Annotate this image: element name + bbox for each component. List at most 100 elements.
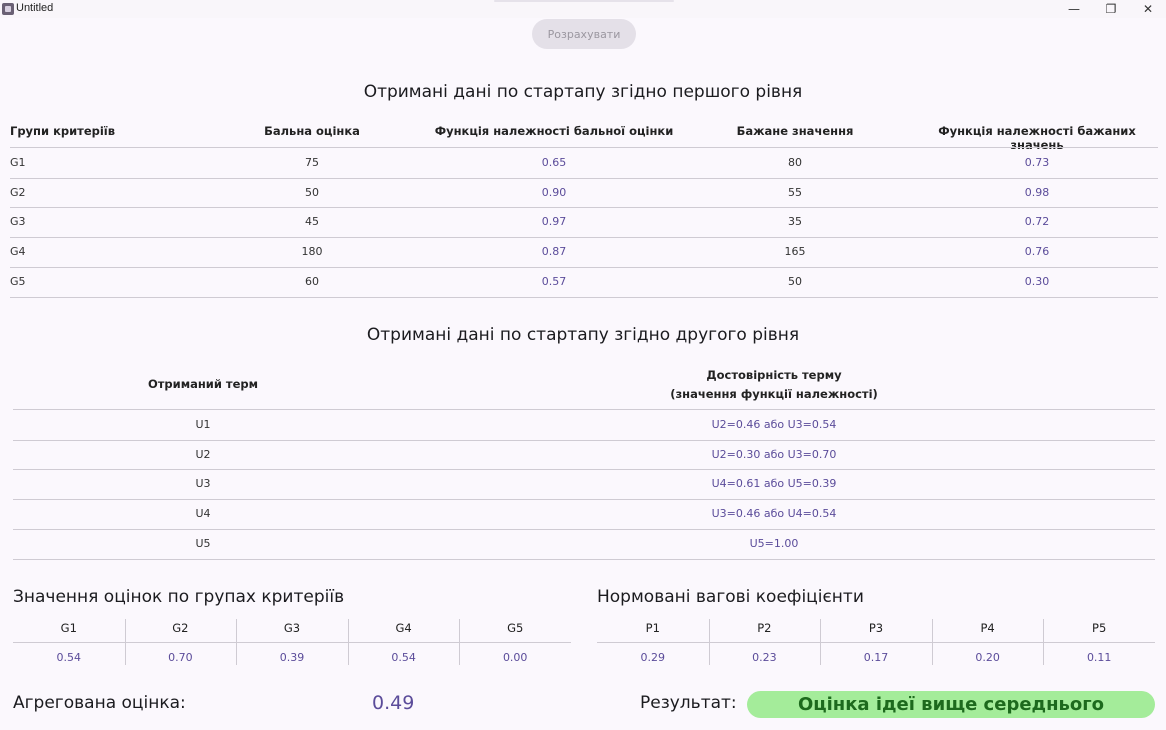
- weights-header-cell: P3: [868, 621, 884, 635]
- level2-term-cell: U2: [195, 447, 211, 461]
- weights-value-cell: 0.17: [863, 651, 889, 664]
- level2-term-cell: U4: [195, 507, 211, 521]
- group-scores-value-cell: 0.39: [279, 651, 305, 664]
- level1-row-divider: [10, 177, 1158, 179]
- weights-value-cell: 0.29: [640, 651, 666, 664]
- minimize-icon[interactable]: —: [1056, 0, 1092, 18]
- level1-title: Отримані дані по стартапу згідно першого…: [363, 82, 803, 102]
- weights-header-cell: P1: [645, 621, 660, 635]
- level1-cell: 165: [784, 245, 806, 259]
- group-scores-column-divider: [124, 619, 126, 665]
- group-scores-title: Значення оцінок по групах критеріїв: [13, 587, 345, 607]
- level1-header-cell: Бальна оцінка: [264, 124, 360, 138]
- level1-row-divider: [10, 207, 1158, 209]
- group-scores-header-cell: G3: [283, 621, 301, 635]
- group-scores-value-cell: 0.70: [168, 651, 193, 664]
- level1-cell: 60: [305, 274, 319, 288]
- group-scores-header-cell: G4: [395, 621, 412, 635]
- level1-header-cell: Групи критеріїв: [10, 124, 116, 138]
- level1-cell: G4: [10, 245, 26, 259]
- weights-column-divider: [820, 619, 822, 665]
- level2-header-divider: [13, 409, 1155, 410]
- scroll-indicator: [494, 0, 674, 2]
- level1-cell: 75: [305, 156, 319, 169]
- level2-header-reliability-sub: (значення функції належності): [670, 387, 878, 401]
- maximize-icon[interactable]: ❐: [1093, 0, 1129, 18]
- level1-cell: G2: [10, 185, 26, 199]
- level1-cell: 180: [301, 245, 323, 259]
- level1-cell: 50: [788, 274, 802, 288]
- level2-header-term: Отриманий терм: [147, 377, 259, 391]
- weights-column-divider: [708, 619, 710, 665]
- weights-header-cell: P4: [980, 621, 995, 635]
- weights-title: Нормовані вагові коефіцієнти: [597, 587, 864, 607]
- level2-reliability-cell: U2=0.30 або U3=0.70: [711, 447, 837, 461]
- aggregate-value: 0.49: [372, 692, 415, 714]
- level2-header-reliability: Достовірність терму: [706, 368, 842, 382]
- weights-header-divider: [597, 642, 1155, 643]
- level1-row-divider: [10, 296, 1158, 298]
- group-scores-value-cell: 0.54: [56, 651, 82, 664]
- weights-header-cell: P5: [1092, 621, 1107, 635]
- level2-row-divider: [13, 499, 1155, 501]
- group-scores-header-cell: G2: [172, 621, 189, 635]
- group-scores-header-cell: G5: [507, 621, 524, 635]
- weights-value-cell: 0.20: [975, 651, 1000, 664]
- level1-header-cell: Бажане значення: [736, 124, 854, 138]
- weights-value-cell: 0.23: [752, 651, 777, 664]
- window-title: Untitled: [16, 2, 54, 14]
- group-scores-column-divider: [347, 619, 349, 665]
- level1-cell: 0.76: [1024, 245, 1050, 259]
- group-scores-column-divider: [459, 619, 461, 665]
- level1-cell: 0.97: [541, 215, 567, 229]
- level2-row-divider: [13, 558, 1155, 560]
- result-label: Результат:: [640, 693, 737, 713]
- level1-cell: 35: [788, 215, 802, 229]
- window-titlebar: Untitled — ❐ ✕: [0, 0, 1166, 18]
- level2-reliability-cell: U2=0.46 або U3=0.54: [711, 418, 837, 431]
- level1-row-divider: [10, 266, 1158, 268]
- level1-cell: 0.87: [541, 245, 567, 259]
- level2-row-divider: [13, 528, 1155, 530]
- level2-reliability-cell: U5=1.00: [749, 536, 799, 550]
- level2-reliability-cell: U3=0.46 або U4=0.54: [711, 507, 837, 521]
- level1-cell: 0.90: [541, 185, 567, 199]
- level2-row-divider: [13, 439, 1155, 441]
- calculate-button[interactable]: Розрахувати: [532, 19, 636, 49]
- level1-cell: G5: [10, 274, 26, 288]
- level2-term-cell: U1: [195, 418, 211, 431]
- level1-cell: 45: [305, 215, 319, 229]
- level1-cell: 0.73: [1024, 156, 1050, 169]
- aggregate-label: Агрегована оцінка:: [13, 693, 186, 713]
- level1-cell: 0.57: [541, 274, 567, 288]
- app-icon: [2, 3, 14, 15]
- level1-cell: 0.65: [541, 156, 567, 169]
- weights-header-cell: P2: [757, 621, 772, 635]
- group-scores-column-divider: [236, 619, 238, 665]
- level1-cell: 50: [305, 185, 319, 199]
- level1-header-divider: [10, 147, 1158, 148]
- group-scores-header-divider: [13, 642, 571, 643]
- close-icon[interactable]: ✕: [1130, 0, 1166, 18]
- level1-cell: G1: [10, 156, 26, 169]
- level1-cell: G3: [10, 215, 26, 229]
- weights-column-divider: [931, 619, 933, 665]
- level1-row-divider: [10, 237, 1158, 239]
- level1-cell: 0.30: [1024, 274, 1050, 288]
- group-scores-value-cell: 0.00: [502, 651, 528, 664]
- weights-column-divider: [1043, 619, 1045, 665]
- level2-term-cell: U3: [195, 477, 211, 491]
- level2-row-divider: [13, 469, 1155, 471]
- group-scores-header-cell: G1: [60, 621, 77, 635]
- level1-cell: 0.72: [1024, 215, 1050, 229]
- result-badge: Оцінка ідеї вище середнього: [747, 691, 1155, 718]
- level2-reliability-cell: U4=0.61 або U5=0.39: [711, 477, 837, 491]
- weights-value-cell: 0.11: [1086, 651, 1112, 664]
- level1-cell: 55: [788, 185, 802, 199]
- level1-cell: 0.98: [1024, 185, 1050, 199]
- level2-term-cell: U5: [195, 536, 211, 550]
- level2-title: Отримані дані по стартапу згідно другого…: [366, 325, 800, 345]
- level1-cell: 80: [788, 156, 802, 169]
- group-scores-value-cell: 0.54: [391, 651, 416, 664]
- level1-header-cell: Функція належності бальної оцінки: [434, 124, 674, 138]
